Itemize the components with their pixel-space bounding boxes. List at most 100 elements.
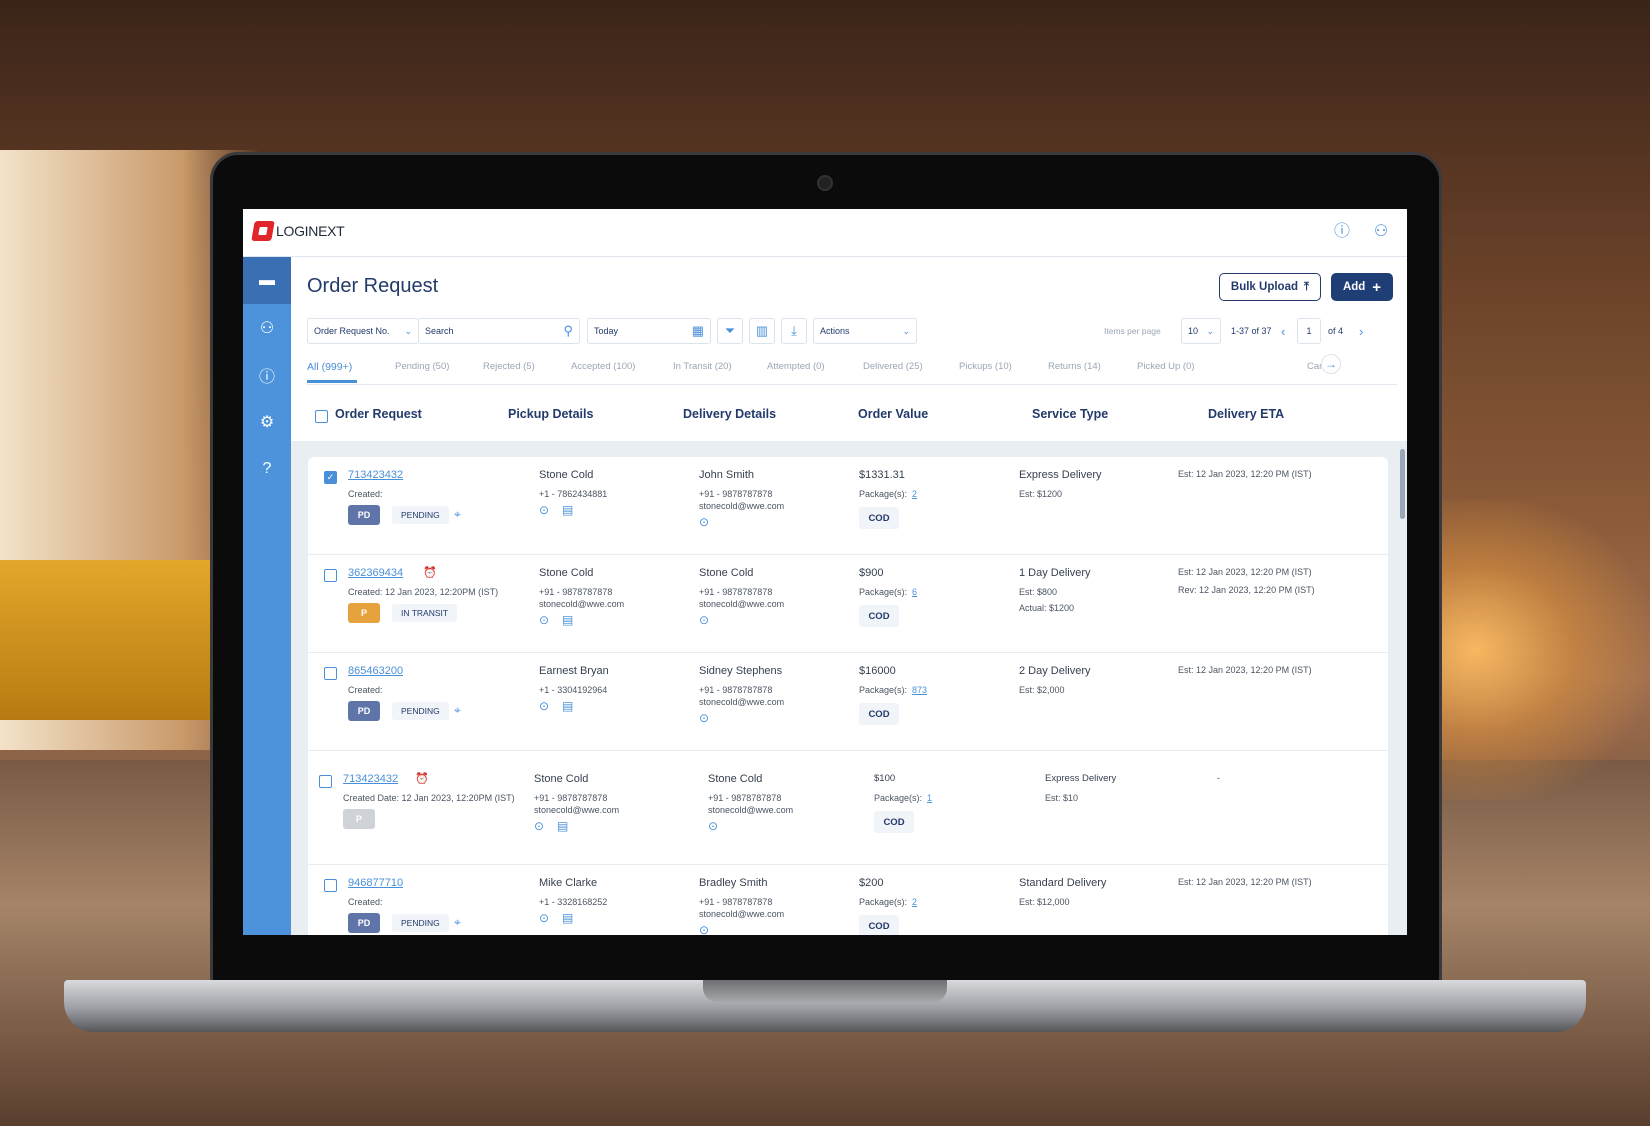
row-checkbox[interactable]: [324, 879, 337, 892]
order-id-link[interactable]: 946877710: [348, 877, 403, 889]
next-page-button[interactable]: ›: [1359, 318, 1363, 344]
tab-picked-up[interactable]: Picked Up (0): [1137, 361, 1195, 372]
delivery-email: stonecold@wwe.com: [708, 805, 794, 815]
tabs-scroll-right-icon[interactable]: →: [1321, 354, 1341, 374]
actions-select[interactable]: Actions ⌄: [813, 318, 917, 344]
row-checkbox[interactable]: [324, 569, 337, 582]
order-id-link[interactable]: 713423432: [348, 469, 403, 481]
packages-label: Package(s):: [859, 587, 908, 597]
sidebar-item-users[interactable]: ⚇: [243, 304, 291, 351]
packages-count-link[interactable]: 873: [912, 685, 927, 695]
help-circle-icon[interactable]: ⓘ: [1331, 221, 1353, 243]
chevron-down-icon: ⌄: [902, 325, 910, 336]
alarm-clock-icon: ⏰: [423, 567, 437, 579]
user-icon[interactable]: ⚇: [1370, 221, 1392, 243]
map-pin-icon[interactable]: ⊙: [539, 503, 549, 517]
page-input[interactable]: 1: [1297, 318, 1321, 344]
map-pin-icon[interactable]: ⊙: [539, 699, 549, 713]
packages-count-link[interactable]: 2: [912, 489, 917, 499]
column-order-value[interactable]: Order Value: [858, 407, 928, 421]
map-pin-icon[interactable]: ⊙: [708, 819, 718, 833]
packages-count-link[interactable]: 2: [912, 897, 917, 907]
column-service-type[interactable]: Service Type: [1032, 407, 1108, 421]
locate-target-icon[interactable]: ⌖: [454, 915, 461, 930]
pickup-email: stonecold@wwe.com: [539, 599, 625, 609]
row-checkbox[interactable]: ✓: [324, 471, 337, 484]
sidebar-item-orders[interactable]: ▬: [243, 257, 291, 304]
sidebar-item-help[interactable]: ?: [243, 445, 291, 492]
map-pin-icon[interactable]: ⊙: [699, 613, 709, 627]
add-button[interactable]: Add +: [1331, 273, 1393, 301]
delivery-phone: +91 - 9878787878: [699, 489, 773, 499]
packages-label: Package(s):: [874, 793, 923, 803]
pickup-phone: +1 - 3328168252: [539, 897, 608, 907]
delivery-phone: +91 - 9878787878: [699, 587, 773, 597]
delivery-phone: +91 - 9878787878: [699, 897, 773, 907]
download-icon: ⤓: [791, 323, 797, 338]
tab-returns[interactable]: Returns (14): [1048, 361, 1101, 372]
tab-in-transit[interactable]: In Transit (20): [673, 361, 732, 372]
columns-button[interactable]: ▥: [749, 318, 775, 344]
map-pin-icon[interactable]: ⊙: [699, 923, 709, 935]
map-pin-icon[interactable]: ⊙: [539, 911, 549, 925]
actions-value: Actions: [820, 326, 850, 336]
map-pin-icon[interactable]: ⊙: [534, 819, 544, 833]
tab-attempted[interactable]: Attempted (0): [767, 361, 825, 372]
column-order-request[interactable]: Order Request: [335, 407, 422, 421]
row-checkbox[interactable]: [319, 775, 332, 788]
tab-pickups[interactable]: Pickups (10): [959, 361, 1012, 372]
document-icon[interactable]: ▤: [557, 819, 568, 833]
row-checkbox[interactable]: [324, 667, 337, 680]
locate-target-icon[interactable]: ⌖: [454, 703, 461, 718]
document-icon[interactable]: ▤: [562, 699, 573, 713]
select-all-checkbox[interactable]: [315, 410, 328, 423]
table-body: ✓ 713423432 Created: PD PENDING ⌖ Stone Cold +1…: [291, 441, 1407, 935]
delivery-name: Sidney Stephens: [699, 665, 783, 677]
logo[interactable]: LOGINEXT: [251, 221, 345, 241]
order-id-link[interactable]: 362369434: [348, 567, 403, 579]
filter-button[interactable]: ⏷: [717, 318, 743, 344]
tab-all[interactable]: All (999+): [307, 361, 358, 383]
column-delivery-details[interactable]: Delivery Details: [683, 407, 776, 421]
bulk-upload-button[interactable]: Bulk Upload ⤒: [1219, 273, 1321, 301]
created-label: Created Date: 12 Jan 2023, 12:20PM (IST): [343, 793, 515, 803]
order-type-badge: PD: [348, 505, 380, 525]
packages: Package(s): 1: [874, 793, 932, 803]
column-pickup-details[interactable]: Pickup Details: [508, 407, 593, 421]
packages-count-link[interactable]: 6: [912, 587, 917, 597]
map-pin-icon[interactable]: ⊙: [699, 711, 709, 725]
sidebar-item-alerts[interactable]: ⓘ: [243, 351, 291, 398]
tab-delivered[interactable]: Delivered (25): [863, 361, 923, 372]
order-id-link[interactable]: 713423432: [343, 773, 398, 785]
search-by-select[interactable]: Order Request No. ⌄: [307, 318, 419, 344]
locate-target-icon[interactable]: ⌖: [454, 507, 461, 522]
document-icon[interactable]: ▤: [562, 503, 573, 517]
tab-pending[interactable]: Pending (50): [395, 361, 449, 372]
order-id-link[interactable]: 865463200: [348, 665, 403, 677]
order-type-badge: PD: [348, 913, 380, 933]
tab-rejected[interactable]: Rejected (5): [483, 361, 535, 372]
document-icon[interactable]: ▤: [562, 911, 573, 925]
pickup-name: Stone Cold: [534, 773, 589, 785]
pickup-name: Stone Cold: [539, 567, 594, 579]
status-badge: IN TRANSIT: [392, 604, 458, 622]
document-icon[interactable]: ▤: [562, 613, 573, 627]
prev-page-button[interactable]: ‹: [1281, 318, 1285, 344]
map-pin-icon[interactable]: ⊙: [539, 613, 549, 627]
column-delivery-eta[interactable]: Delivery ETA: [1208, 407, 1284, 421]
packages: Package(s): 873: [859, 685, 927, 695]
sidebar-item-settings[interactable]: ⚙: [243, 398, 291, 445]
packages-count-link[interactable]: 1: [927, 793, 932, 803]
order-value: $200: [859, 877, 884, 889]
date-picker[interactable]: Today ▦: [587, 318, 711, 344]
items-per-page-select[interactable]: 10 ⌄: [1181, 318, 1221, 344]
download-button[interactable]: ⤓: [781, 318, 807, 344]
scrollbar[interactable]: [1400, 449, 1405, 519]
tab-accepted[interactable]: Accepted (100): [571, 361, 635, 372]
search-input[interactable]: Search ⚲: [418, 318, 580, 344]
chevron-down-icon: ⌄: [404, 325, 412, 336]
laptop-camera: [817, 175, 833, 191]
pickup-phone: +91 - 9878787878: [534, 793, 608, 803]
map-pin-icon[interactable]: ⊙: [699, 515, 709, 529]
bulk-upload-label: Bulk Upload: [1230, 281, 1298, 293]
